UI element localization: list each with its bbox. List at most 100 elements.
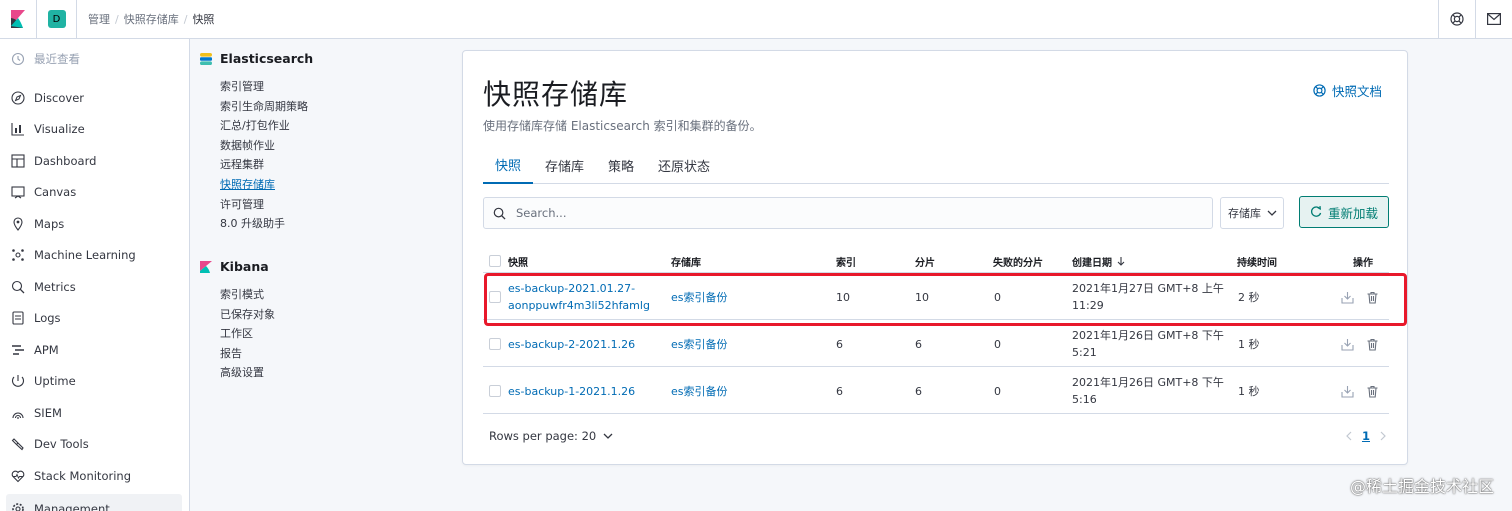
nav-label: Dev Tools	[34, 437, 89, 451]
dashboard-icon	[11, 154, 25, 168]
reload-button[interactable]: 重新加载	[1299, 196, 1389, 228]
subnav-license-management[interactable]: 许可管理	[220, 196, 264, 212]
page-number-button[interactable]: 1	[1362, 429, 1370, 443]
delete-trash-icon[interactable]	[1366, 291, 1379, 304]
repository-filter-dropdown[interactable]: 存储库	[1220, 197, 1284, 229]
restore-download-icon[interactable]	[1341, 338, 1354, 351]
subnav-saved-objects[interactable]: 已保存对象	[220, 306, 275, 322]
nav-machine-learning[interactable]: Machine Learning	[0, 240, 189, 270]
repository-link[interactable]: es索引备份	[671, 336, 728, 353]
created-date: 2021年1月27日 GMT+8 上午 11:29	[1072, 282, 1224, 312]
delete-trash-icon[interactable]	[1366, 338, 1379, 351]
chevron-left-icon[interactable]	[1345, 431, 1352, 441]
subnav-remote-clusters[interactable]: 远程集群	[220, 156, 264, 172]
nav-label: Visualize	[34, 122, 85, 136]
nav-siem[interactable]: SIEM	[0, 398, 189, 428]
subnav-ilm-policies[interactable]: 索引生命周期策略	[220, 98, 308, 114]
nav-visualize[interactable]: Visualize	[0, 114, 189, 144]
select-all-checkbox[interactable]	[489, 255, 501, 267]
chevron-right-icon[interactable]	[1380, 431, 1387, 441]
snapshot-docs-link[interactable]: 快照文档	[1313, 81, 1382, 100]
nav-management[interactable]: Management	[6, 494, 182, 511]
col-duration[interactable]: 持续时间	[1237, 254, 1277, 269]
repository-link[interactable]: es索引备份	[671, 383, 728, 400]
delete-trash-icon[interactable]	[1366, 385, 1379, 398]
nav-label: 最近查看	[34, 52, 80, 66]
map-pin-icon	[13, 217, 23, 231]
rows-per-page-selector[interactable]: Rows per page: 20	[489, 429, 613, 443]
col-shards[interactable]: 分片	[915, 254, 935, 269]
table-row: es-backup-2-2021.1.26 es索引备份 6 6 0 2021年…	[483, 321, 1389, 367]
snapshot-name-link[interactable]: es-backup-2-2021.1.26	[508, 336, 635, 353]
repository-link[interactable]: es索引备份	[671, 289, 728, 306]
apm-icon	[12, 345, 24, 355]
nav-canvas[interactable]: Canvas	[0, 177, 189, 207]
tab-restore-status[interactable]: 还原状态	[646, 147, 722, 184]
breadcrumb: 管理 / 快照存储库 / 快照	[88, 11, 214, 27]
kibana-logo[interactable]	[0, 0, 37, 38]
nav-maps[interactable]: Maps	[0, 209, 189, 239]
page-title: 快照存储库	[483, 78, 629, 111]
subnav-advanced-settings[interactable]: 高级设置	[220, 364, 264, 380]
created-date: 2021年1月26日 GMT+8 下午 5:16	[1072, 376, 1224, 406]
space-selector[interactable]: D	[37, 0, 77, 38]
breadcrumb-snapshots: 快照	[192, 13, 215, 26]
nav-dashboard[interactable]: Dashboard	[0, 146, 189, 176]
snapshot-name-link[interactable]: es-backup-1-2021.1.26	[508, 383, 635, 400]
nav-logs[interactable]: Logs	[0, 303, 189, 333]
restore-download-icon[interactable]	[1341, 291, 1354, 304]
clock-icon	[11, 52, 25, 66]
row-checkbox[interactable]	[489, 338, 501, 350]
restore-download-icon[interactable]	[1341, 385, 1354, 398]
nav-label: Discover	[34, 91, 85, 105]
help-lifebuoy-icon	[1313, 84, 1326, 97]
tab-repositories[interactable]: 存储库	[533, 147, 596, 184]
subnav-upgrade-assistant[interactable]: 8.0 升级助手	[220, 215, 285, 231]
nav-metrics[interactable]: Metrics	[0, 272, 189, 302]
subnav-snapshot-repositories[interactable]: 快照存储库	[220, 176, 275, 192]
subnav-reporting[interactable]: 报告	[220, 345, 242, 361]
compass-icon	[11, 91, 25, 105]
col-failed-shards[interactable]: 失败的分片	[993, 254, 1043, 269]
row-checkbox[interactable]	[489, 385, 501, 397]
subnav-spaces[interactable]: 工作区	[220, 325, 253, 341]
nav-apm[interactable]: APM	[0, 335, 189, 365]
pagination: 1	[1345, 429, 1387, 443]
machine-learning-icon	[12, 249, 24, 261]
newsfeed-button[interactable]	[1475, 0, 1512, 38]
col-indices[interactable]: 索引	[836, 254, 856, 269]
col-repository[interactable]: 存储库	[671, 254, 701, 269]
space-avatar: D	[47, 10, 66, 28]
nav-label: Management	[34, 502, 110, 511]
created-date: 2021年1月26日 GMT+8 下午 5:21	[1072, 329, 1224, 359]
kibana-logo-icon	[11, 10, 25, 28]
subnav-transform-jobs[interactable]: 数据帧作业	[220, 137, 275, 153]
col-created-date[interactable]: 创建日期	[1072, 254, 1125, 269]
duration: 1 秒	[1238, 385, 1260, 398]
snapshot-name-link[interactable]: es-backup-2021.01.27- aonppuwfr4m3li52hf…	[508, 280, 650, 314]
tab-snapshots[interactable]: 快照	[483, 147, 534, 184]
elasticsearch-section-title: Elasticsearch	[200, 51, 313, 66]
tab-policies[interactable]: 策略	[596, 147, 646, 184]
nav-uptime[interactable]: Uptime	[0, 366, 189, 396]
breadcrumb-snapshot-repositories[interactable]: 快照存储库	[124, 11, 179, 27]
heart-monitoring-icon	[11, 470, 25, 483]
kibana-logo-icon	[200, 260, 212, 273]
mail-icon	[1487, 13, 1501, 25]
nav-recently-viewed[interactable]: 最近查看	[0, 44, 189, 74]
top-header: D 管理 / 快照存储库 / 快照	[0, 0, 1512, 39]
nav-label: Stack Monitoring	[34, 469, 131, 483]
help-button[interactable]	[1438, 0, 1475, 38]
nav-stack-monitoring[interactable]: Stack Monitoring	[0, 461, 189, 491]
shards-count: 6	[915, 338, 922, 351]
nav-dev-tools[interactable]: Dev Tools	[0, 429, 189, 459]
row-checkbox[interactable]	[489, 291, 501, 303]
search-box[interactable]	[483, 197, 1213, 229]
breadcrumb-management[interactable]: 管理	[88, 11, 110, 27]
nav-discover[interactable]: Discover	[0, 83, 189, 113]
subnav-index-management[interactable]: 索引管理	[220, 78, 264, 94]
subnav-index-patterns[interactable]: 索引模式	[220, 286, 264, 302]
col-snapshot[interactable]: 快照	[508, 254, 528, 269]
subnav-rollup-jobs[interactable]: 汇总/打包作业	[220, 117, 290, 133]
search-input[interactable]	[516, 206, 1166, 220]
